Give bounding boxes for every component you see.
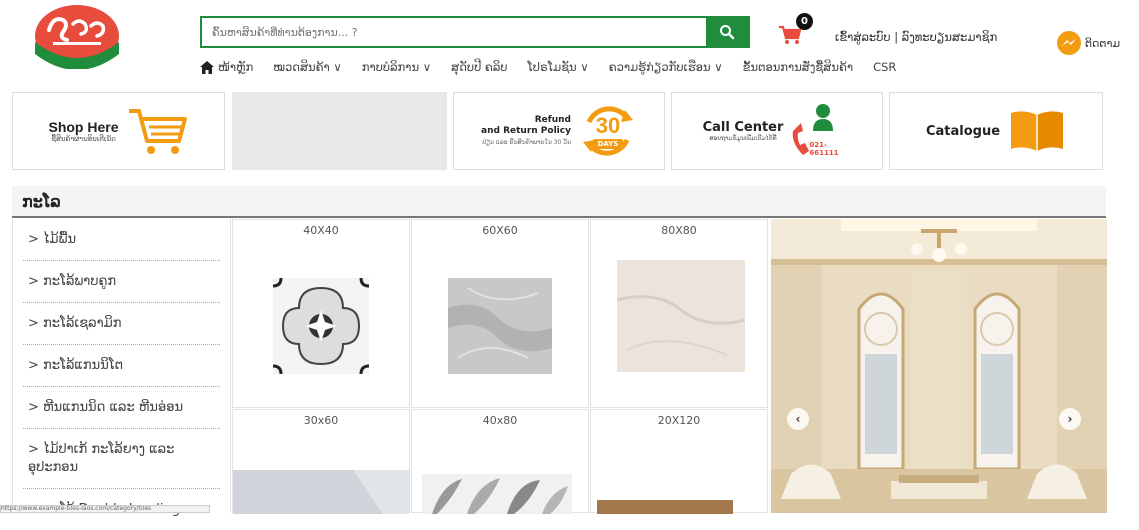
- tile-image: [597, 500, 733, 514]
- sidebar-item-porcelain-tile[interactable]: > ກະໂລ້ພາບຄູກ: [23, 261, 220, 303]
- shop-here-title: Shop Here: [48, 119, 119, 135]
- nav-csr[interactable]: CSR: [873, 60, 896, 74]
- nav-home[interactable]: ໜ້າຫຼັກ: [200, 60, 253, 74]
- tile-image: [422, 474, 572, 514]
- browser-status-bar: https://www.example-tiles-laos.com/categ…: [0, 505, 210, 513]
- chevron-right-icon: ›: [1067, 412, 1073, 426]
- catalogue-title: Catalogue: [925, 123, 1001, 139]
- catalogue-banner[interactable]: Catalogue: [889, 92, 1103, 170]
- tile-image: [448, 278, 552, 374]
- call-center-title: Call Center: [702, 120, 784, 135]
- sidebar-item-parquet-rubber[interactable]: > ໄມ້ປາເກ້ ກະໂລ້ຍາງ ແລະ ອຸປະກອນ: [23, 429, 220, 489]
- slider-next-button[interactable]: ›: [1059, 408, 1081, 430]
- home-icon: [200, 60, 214, 74]
- site-header: 0 ເຂົ້າສູ່ລະບົບ | ລົງທະບຽນສະມາຊິກ ຕິດຕາມ…: [0, 0, 1139, 90]
- nav-promotions[interactable]: ໂປຣໂມຊັນ ∨: [528, 60, 589, 74]
- hero-slider: ‹ ›: [771, 219, 1107, 513]
- tile-card[interactable]: 40x80: [411, 409, 589, 514]
- tile-size-label: 20X120: [657, 414, 701, 427]
- call-center-icon: 021-661111: [789, 101, 851, 161]
- messenger-label: ຕິດຕາມ: [1085, 36, 1121, 50]
- tile-size-grid: 40X40 60X60 80X80 30x60 40x80 20X120: [232, 219, 769, 514]
- search-input[interactable]: [202, 18, 706, 46]
- sidebar-item-ceramic-tile[interactable]: > ກະໂລ້ເຊລາມິກ: [23, 303, 220, 345]
- tile-image: [617, 260, 745, 372]
- call-center-subtitle: ສອບຖາມຂໍ້ມູນເພີ່ມເຕີມໄດ້ທີ່: [709, 135, 777, 142]
- tile-size-label: 40X40: [303, 224, 339, 237]
- messenger-follow-button[interactable]: ຕິດຕາມ: [1056, 30, 1120, 56]
- shop-here-banner[interactable]: Shop Here ຊື້ສິນຄ້າຜ່ານອິນເຕີເນັດ: [12, 92, 225, 170]
- main-nav: ໜ້າຫຼັກ ໝວດສິນຄ້າ ∨ ກາບບໍລິການ ∨ ສຸດັບປີ…: [200, 60, 916, 74]
- nav-how-to-order[interactable]: ຂັ້ນຕອນການສັ່ງຊື້ສິນຄ້າ: [743, 60, 853, 74]
- refund-line-2: and Return Policy: [481, 125, 571, 136]
- tile-card[interactable]: 20X120: [590, 409, 768, 514]
- cart-button[interactable]: 0: [778, 13, 813, 46]
- slider-prev-button[interactable]: ‹: [787, 408, 809, 430]
- category-section-header: ກະໂລ: [12, 186, 1106, 218]
- call-center-banner[interactable]: Call Center ສອບຖາມຂໍ້ມູນເພີ່ມເຕີມໄດ້ທີ່ …: [671, 92, 883, 170]
- tile-card[interactable]: 30x60: [232, 409, 410, 514]
- tile-size-label: 40x80: [482, 414, 518, 427]
- book-icon: [1011, 111, 1064, 151]
- cart-count-badge: 0: [796, 13, 813, 30]
- tile-card[interactable]: 40X40: [232, 219, 410, 408]
- search-bar: [200, 16, 750, 48]
- thirty-days-number: 30: [595, 113, 621, 138]
- chevron-left-icon: ‹: [795, 412, 801, 426]
- promo-banners: Shop Here ຊື້ສິນຄ້າຜ່ານອິນເຕີເນັດ Refund…: [12, 90, 1106, 171]
- shop-here-subtitle: ຊື້ສິນຄ້າຜ່ານອິນເຕີເນັດ: [51, 135, 116, 143]
- refund-line-1: Refund: [534, 114, 571, 125]
- refund-policy-banner[interactable]: Refund and Return Policy ປ່ຽນ ແລະ ຄືນສິນ…: [453, 92, 665, 170]
- tile-card[interactable]: 60X60: [411, 219, 589, 408]
- category-sidebar: > ໄມ້ພື້ນ > ກະໂລ້ພາບຄູກ > ກະໂລ້ເຊລາມິກ >…: [12, 219, 231, 517]
- sidebar-item-wood-flooring[interactable]: > ໄມ້ພື້ນ: [23, 219, 220, 261]
- interior-showroom-image: [771, 219, 1107, 513]
- refund-subtitle: ປ່ຽນ ແລະ ຄືນສິນຄ້າພາຍໃນ 30 ວັນ: [482, 138, 571, 146]
- tile-size-label: 80X80: [661, 224, 697, 237]
- nav-product-categories[interactable]: ໝວດສິນຄ້າ ∨: [273, 60, 342, 74]
- tile-image: [273, 278, 369, 374]
- messenger-icon: [1057, 31, 1081, 55]
- tile-size-label: 30x60: [303, 414, 339, 427]
- tile-card[interactable]: 80X80: [590, 219, 768, 408]
- login-register-link[interactable]: ເຂົ້າສູ່ລະບົບ | ລົງທະບຽນສະມາຊິກ: [835, 30, 997, 44]
- tile-size-label: 60X60: [482, 224, 518, 237]
- shopping-cart-icon: [128, 109, 187, 154]
- tile-image: [233, 470, 409, 514]
- sidebar-item-granite-marble[interactable]: > ຫີນແກນນິດ ແລະ ຫີນອ່ອນ: [23, 387, 220, 429]
- site-logo[interactable]: [33, 4, 121, 70]
- banner-placeholder: [232, 92, 447, 170]
- search-icon: [720, 25, 735, 40]
- nav-home-knowledge[interactable]: ຄວາມຮູ້ກ່ຽວກັບເຮືອນ ∨: [609, 60, 723, 74]
- nav-services[interactable]: ກາບບໍລິການ ∨: [362, 60, 431, 74]
- thirty-days-icon: 30 DAYS: [579, 102, 637, 160]
- nav-club[interactable]: ສຸດັບປີ ຄລິບ: [451, 60, 507, 74]
- nav-home-label: ໜ້າຫຼັກ: [218, 60, 254, 74]
- search-button[interactable]: [706, 18, 748, 46]
- call-center-phone: 021-661111: [809, 141, 839, 157]
- sidebar-item-granite-tile[interactable]: > ກະໂລ້ແກນນິໂຕ: [23, 345, 220, 387]
- section-title: ກະໂລ: [22, 194, 61, 211]
- thirty-days-word: DAYS: [597, 140, 619, 148]
